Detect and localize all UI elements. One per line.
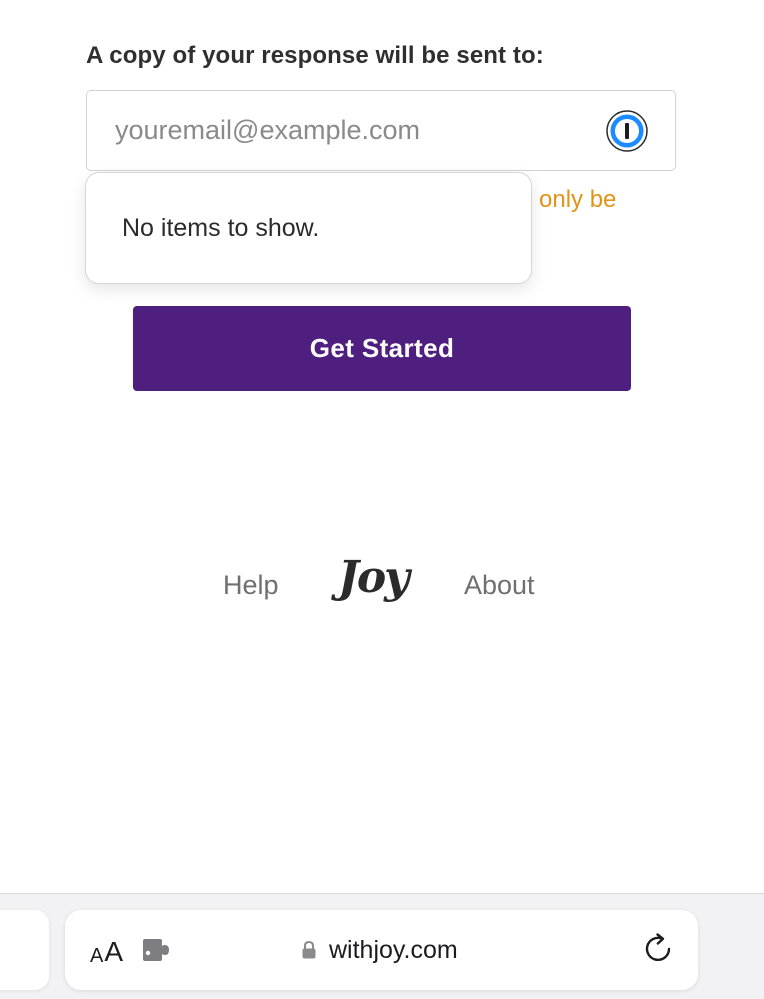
password-manager-icon[interactable] — [606, 110, 648, 152]
browser-bottom-bar: A A withjoy.com — [0, 893, 764, 999]
previous-tab-peek[interactable] — [0, 910, 49, 990]
url-display[interactable]: withjoy.com — [301, 930, 458, 970]
reader-text-size-button[interactable]: A A — [90, 932, 124, 967]
joy-logo[interactable]: Joy — [338, 552, 410, 603]
puzzle-piece-icon[interactable] — [141, 937, 171, 963]
address-bar[interactable]: A A withjoy.com — [65, 910, 698, 990]
aa-large-glyph: A — [104, 936, 124, 967]
lock-icon — [302, 940, 316, 959]
reload-icon[interactable] — [643, 932, 675, 966]
aa-small-glyph: A — [90, 945, 104, 967]
email-input[interactable] — [115, 91, 595, 170]
autofill-empty-message: No items to show. — [122, 214, 320, 242]
helper-text: only be — [539, 186, 617, 213]
get-started-button[interactable]: Get Started — [133, 306, 631, 391]
footer-about-link[interactable]: About — [464, 570, 535, 601]
email-field[interactable] — [86, 90, 676, 171]
footer-help-link[interactable]: Help — [223, 570, 279, 601]
autofill-popover: No items to show. — [85, 172, 532, 284]
form-label: A copy of your response will be sent to: — [86, 42, 544, 69]
url-text: withjoy.com — [329, 935, 458, 964]
